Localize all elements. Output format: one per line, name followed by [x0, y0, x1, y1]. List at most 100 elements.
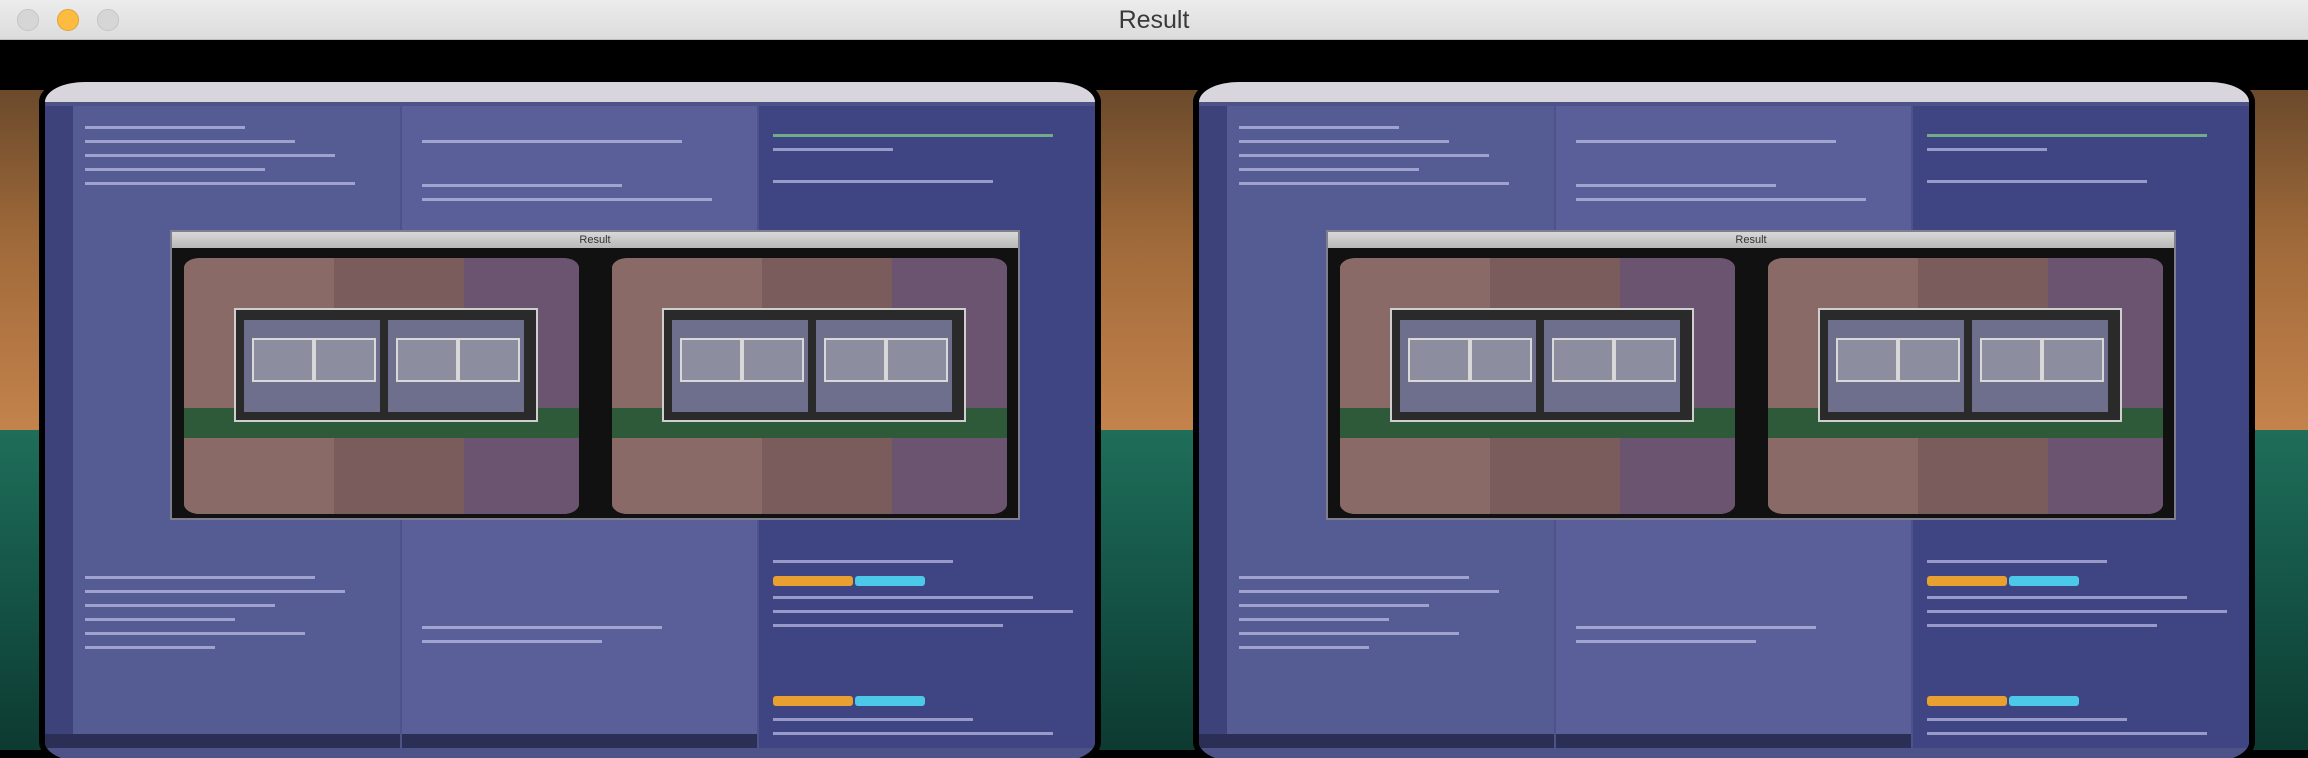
result-window: Result Result Result [0, 0, 2308, 758]
code-line [85, 632, 305, 635]
deep-nested-box [1836, 338, 1898, 382]
terminal-line [773, 624, 1003, 627]
terminal-line [1927, 718, 2127, 721]
code-line [1239, 590, 1499, 593]
prompt-segment [773, 576, 853, 586]
nested-window-title: Result [1735, 234, 1767, 246]
code-line [1239, 182, 1509, 185]
nested-left-eye-view [184, 258, 579, 514]
deep-nested-view [1544, 320, 1680, 412]
deep-nested-box [1898, 338, 1960, 382]
nested-titlebar: Result [1328, 232, 2174, 248]
deep-nested-box [680, 338, 742, 382]
deep-nested-window [1390, 308, 1694, 422]
terminal-line [773, 134, 1053, 137]
code-line [1239, 154, 1489, 157]
deep-nested-box [314, 338, 376, 382]
status-bar [45, 734, 400, 748]
stereo-render-area: Result Result [0, 40, 2308, 758]
code-line [85, 604, 275, 607]
code-line [422, 198, 712, 201]
terminal-line [773, 560, 953, 563]
deep-nested-box [2042, 338, 2104, 382]
terminal-line [773, 596, 1033, 599]
nested-right-eye-view [1768, 258, 2163, 514]
code-line [85, 182, 355, 185]
status-bar [1556, 734, 1911, 748]
code-line [1239, 618, 1389, 621]
status-bar [1199, 734, 1554, 748]
code-line [85, 140, 295, 143]
code-line [1576, 140, 1836, 143]
line-number-gutter [1199, 106, 1227, 748]
nested-titlebar: Result [172, 232, 1018, 248]
deep-nested-view [244, 320, 380, 412]
code-line [422, 184, 622, 187]
code-line [422, 640, 602, 643]
code-line [422, 140, 682, 143]
terminal-line [1927, 732, 2207, 735]
terminal-line [773, 148, 893, 151]
code-line [85, 590, 345, 593]
line-number-gutter [45, 106, 73, 748]
code-line [1239, 140, 1449, 143]
code-line [85, 154, 335, 157]
deep-nested-view [672, 320, 808, 412]
nested-left-eye-view [1340, 258, 1735, 514]
window-titlebar[interactable]: Result [0, 0, 2308, 40]
deep-nested-window [1818, 308, 2122, 422]
deep-nested-box [1980, 338, 2042, 382]
deep-nested-box [1408, 338, 1470, 382]
code-line [1576, 198, 1866, 201]
terminal-line [1927, 624, 2157, 627]
code-line [1239, 604, 1429, 607]
prompt-segment [2009, 696, 2079, 706]
terminal-line [773, 180, 993, 183]
code-line [85, 126, 245, 129]
deep-nested-window [662, 308, 966, 422]
deep-nested-window [234, 308, 538, 422]
deep-nested-box [886, 338, 948, 382]
deep-nested-box [1614, 338, 1676, 382]
code-line [1576, 184, 1776, 187]
terminal-line [1927, 610, 2227, 613]
code-line [1239, 126, 1399, 129]
nested-window-title: Result [579, 234, 611, 246]
code-line [1576, 640, 1756, 643]
right-nested-result-window: Result [1326, 230, 2176, 520]
deep-nested-box [824, 338, 886, 382]
nested-right-eye-view [612, 258, 1007, 514]
right-menubar [1199, 82, 2249, 102]
terminal-line [1927, 560, 2107, 563]
terminal-line [773, 732, 1053, 735]
terminal-line [1927, 596, 2187, 599]
left-nested-result-window: Result [170, 230, 1020, 520]
prompt-segment [2009, 576, 2079, 586]
window-title: Result [1118, 6, 1190, 34]
prompt-segment [1927, 696, 2007, 706]
terminal-line [773, 610, 1073, 613]
terminal-line [1927, 134, 2207, 137]
left-menubar [45, 82, 1095, 102]
deep-nested-view [816, 320, 952, 412]
code-line [1239, 576, 1469, 579]
prompt-segment [1927, 576, 2007, 586]
code-line [1239, 632, 1459, 635]
deep-nested-box [252, 338, 314, 382]
code-line [85, 618, 235, 621]
deep-nested-box [458, 338, 520, 382]
code-line [422, 626, 662, 629]
code-line [1239, 168, 1419, 171]
deep-nested-view [388, 320, 524, 412]
deep-nested-view [1828, 320, 1964, 412]
status-bar [402, 734, 757, 748]
terminal-line [1927, 180, 2147, 183]
code-line [1239, 646, 1369, 649]
deep-nested-box [742, 338, 804, 382]
code-line [1576, 626, 1816, 629]
deep-nested-box [1470, 338, 1532, 382]
deep-nested-view [1972, 320, 2108, 412]
prompt-segment [855, 696, 925, 706]
code-line [85, 576, 315, 579]
prompt-segment [773, 696, 853, 706]
